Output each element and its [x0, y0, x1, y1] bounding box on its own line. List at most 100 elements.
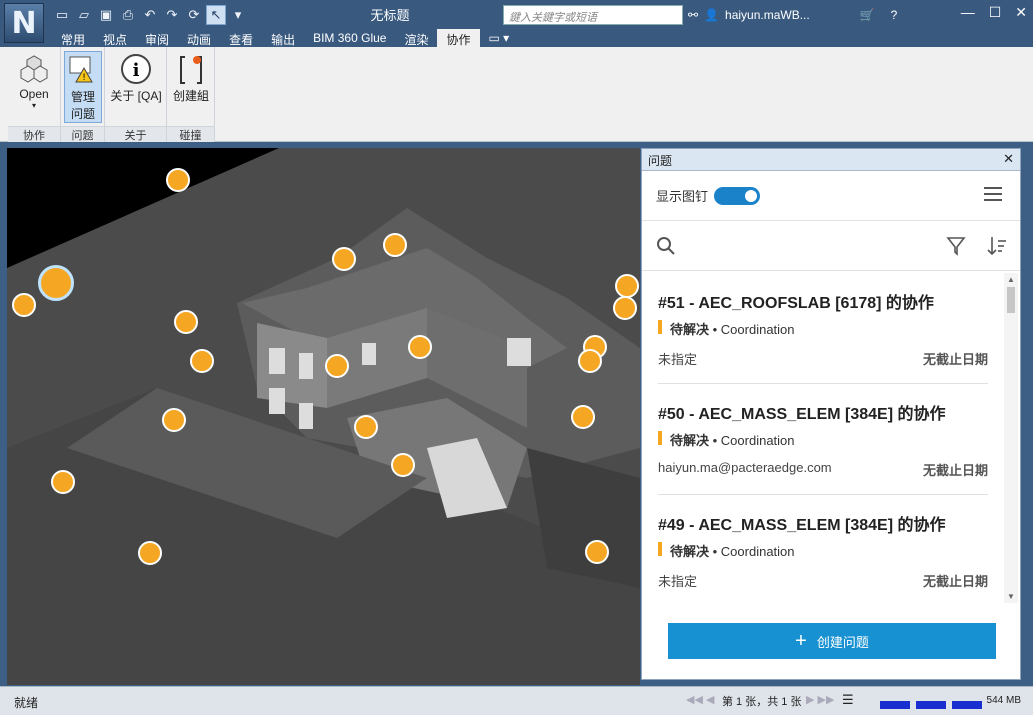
page-prev-icon[interactable]: ◀◀ ◀: [686, 693, 714, 706]
open-button[interactable]: Open ▾: [12, 51, 56, 110]
sheet-browser-icon[interactable]: ☰: [842, 692, 854, 708]
help-icon[interactable]: ?: [891, 8, 898, 22]
save-icon[interactable]: ▣: [96, 5, 116, 25]
application-menu-button[interactable]: N: [4, 3, 44, 43]
issue-status: 待解决 • Coordination: [658, 319, 795, 338]
issue-pin[interactable]: [138, 541, 162, 565]
ribbon-group-issues: ! 管理 问题 问题: [61, 47, 105, 142]
issue-pin[interactable]: [613, 296, 637, 320]
issue-card[interactable]: #49 - AEC_MASS_ELEM [384E] 的协作 待解决 • Coo…: [658, 495, 988, 603]
issue-pin[interactable]: [325, 354, 349, 378]
tab-output[interactable]: 输出: [262, 29, 304, 47]
close-icon[interactable]: ✕: [1003, 151, 1014, 167]
create-group-button[interactable]: 创建組: [170, 51, 212, 104]
manage-issues-label-1: 管理: [70, 90, 95, 104]
select-cursor-icon[interactable]: ↖: [206, 5, 226, 25]
issue-pin[interactable]: [585, 540, 609, 564]
scroll-up-icon[interactable]: ▲: [1007, 275, 1015, 284]
issue-pin[interactable]: [408, 335, 432, 359]
issue-pin[interactable]: [391, 453, 415, 477]
issue-pin[interactable]: [354, 415, 378, 439]
create-issue-label: 创建问题: [816, 634, 869, 650]
account-area: ⚯ 👤 haiyun.maWB... 🛒 ?: [688, 4, 897, 26]
tab-viewpoint[interactable]: 视点: [94, 29, 136, 47]
tab-review[interactable]: 审阅: [136, 29, 178, 47]
issue-pin[interactable]: [162, 408, 186, 432]
tab-bim360-glue[interactable]: BIM 360 Glue: [304, 29, 395, 47]
issue-due-date: 无截止日期: [922, 352, 988, 367]
sort-icon[interactable]: [986, 235, 1008, 257]
print-icon[interactable]: ⎙: [118, 5, 138, 25]
window-title: 无标题: [370, 8, 410, 23]
issues-scrollbar[interactable]: ▲ ▼: [1004, 273, 1018, 603]
redo-icon[interactable]: ↷: [162, 5, 182, 25]
open-label: Open: [19, 87, 49, 101]
create-issue-button[interactable]: + 创建问题: [668, 623, 996, 659]
quick-access-toolbar: ▭ ▱ ▣ ⎙ ↶ ↷ ⟳ ↖ ▾: [52, 5, 248, 25]
open-folder-icon[interactable]: ▱: [74, 5, 94, 25]
issue-card[interactable]: #51 - AEC_ROOFSLAB [6178] 的协作 待解决 • Coor…: [658, 273, 988, 384]
manage-issues-button[interactable]: ! 管理 问题: [64, 51, 102, 123]
page-indicator: 第 1 张，共 1 张: [722, 696, 802, 708]
maximize-icon[interactable]: ☐: [989, 4, 1002, 21]
tab-render[interactable]: 渲染: [395, 29, 437, 47]
cart-icon[interactable]: 🛒: [860, 8, 875, 22]
issue-pin[interactable]: [51, 470, 75, 494]
issue-pin[interactable]: [571, 405, 595, 429]
issues-panel-title: 问题: [648, 154, 673, 168]
issue-pin[interactable]: [166, 168, 190, 192]
issue-pin[interactable]: [12, 293, 36, 317]
issue-status-label: 待解决: [670, 544, 710, 559]
issue-pin[interactable]: [615, 274, 639, 298]
tab-home[interactable]: 常用: [52, 29, 94, 47]
about-qa-button[interactable]: i 关于 [QA]: [109, 51, 163, 104]
menu-icon[interactable]: [984, 187, 1002, 201]
scrollbar-thumb[interactable]: [1007, 287, 1015, 313]
group-label-issues: 问题: [61, 126, 104, 142]
ribbon-tabs: 常用 视点 审阅 动画 查看 输出 BIM 360 Glue 渲染 协作 ▭ ▾: [52, 29, 518, 47]
minimize-icon[interactable]: —: [961, 4, 975, 21]
issues-panel-header: 问题 ✕: [642, 149, 1020, 171]
house-model-render: [7, 148, 640, 685]
new-file-icon[interactable]: ▭: [52, 5, 72, 25]
filter-icon[interactable]: [946, 236, 966, 256]
scroll-down-icon[interactable]: ▼: [1007, 592, 1015, 601]
show-pins-label: 显示图钉: [656, 189, 709, 204]
customize-dropdown-icon[interactable]: ▾: [228, 5, 248, 25]
issue-pin-selected[interactable]: [38, 265, 74, 301]
issue-due-date: 无截止日期: [922, 574, 988, 589]
binoculars-icon[interactable]: ⚯: [688, 8, 698, 22]
close-window-icon[interactable]: ✕: [1015, 4, 1027, 21]
issue-card[interactable]: #50 - AEC_MASS_ELEM [384E] 的协作 待解决 • Coo…: [658, 384, 988, 495]
create-group-label: 创建組: [172, 89, 209, 103]
issue-pin[interactable]: [578, 349, 602, 373]
issue-pin[interactable]: [383, 233, 407, 257]
plus-icon: +: [795, 629, 807, 652]
ribbon-group-collaborate: Open ▾ 协作: [8, 47, 61, 142]
issue-pin[interactable]: [332, 247, 356, 271]
undo-icon[interactable]: ↶: [140, 5, 160, 25]
window-controls: — ☐ ✕: [961, 4, 1027, 21]
tab-animation[interactable]: 动画: [178, 29, 220, 47]
issue-status: 待解决 • Coordination: [658, 541, 795, 560]
group-label-clash: 碰撞: [167, 126, 214, 142]
issue-pin[interactable]: [190, 349, 214, 373]
tab-extra-dropdown[interactable]: ▭ ▾: [480, 29, 519, 47]
show-pins-toggle[interactable]: [714, 186, 761, 205]
ribbon-panel: Open ▾ 协作 ! 管理 问题 问题 i 关于 [QA] 关于 创建組 碰撞: [0, 47, 1033, 142]
app-logo: N: [11, 5, 37, 41]
open-dropdown-icon: ▾: [31, 101, 36, 110]
issue-pin[interactable]: [174, 310, 198, 334]
search-icon[interactable]: [656, 236, 676, 256]
issue-assignee: 未指定: [658, 574, 698, 589]
tab-collaborate[interactable]: 协作: [437, 29, 480, 47]
user-icon[interactable]: 👤: [704, 8, 719, 22]
3d-viewport[interactable]: [7, 148, 640, 685]
page-next-icon[interactable]: ▶ ▶▶: [806, 693, 834, 706]
tab-view[interactable]: 查看: [220, 29, 262, 47]
help-search-input[interactable]: 鍵入关鍵字或短语: [503, 5, 683, 25]
refresh-icon[interactable]: ⟳: [184, 5, 204, 25]
title-bar: N ▭ ▱ ▣ ⎙ ↶ ↷ ⟳ ↖ ▾ 无标题 鍵入关鍵字或短语 ⚯ 👤 hai…: [0, 0, 1033, 47]
user-name[interactable]: haiyun.maWB...: [725, 8, 810, 22]
issue-status-label: 待解决: [670, 322, 710, 337]
